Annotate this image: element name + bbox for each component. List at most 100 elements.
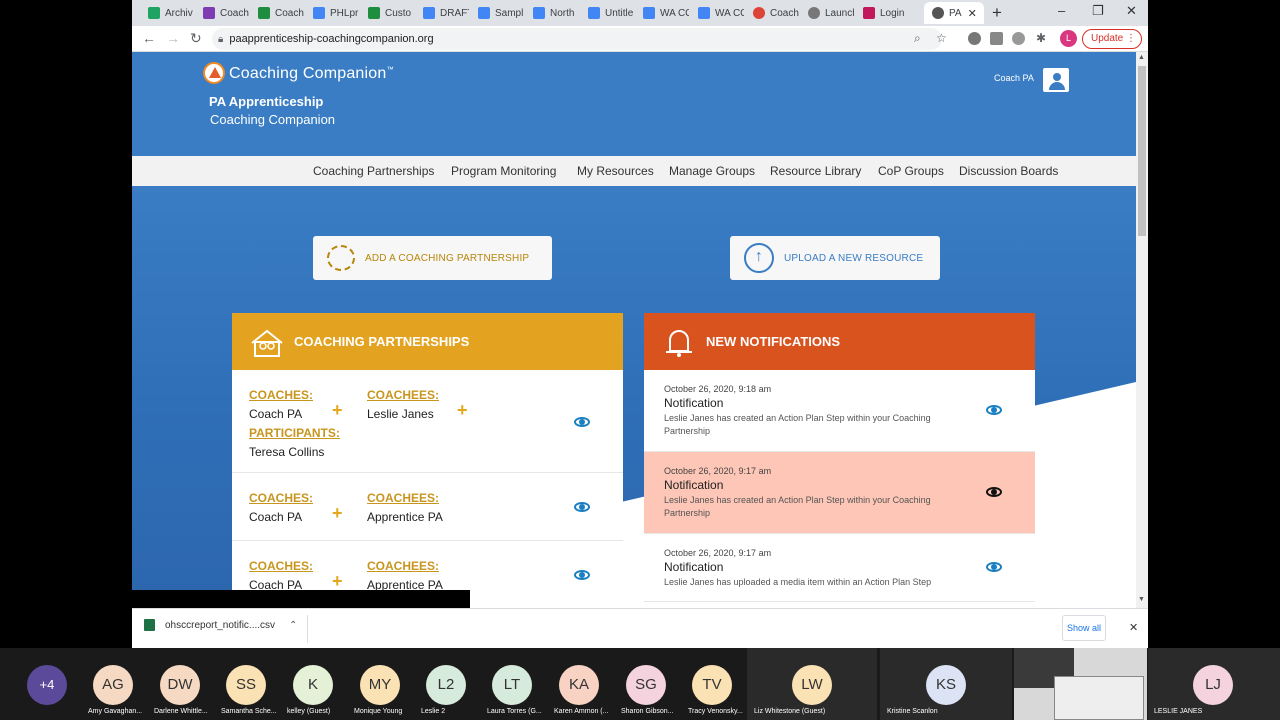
show-all-button[interactable]: Show all bbox=[1062, 615, 1106, 641]
nav-manage-groups[interactable]: Manage Groups bbox=[669, 164, 755, 178]
browser-tab[interactable]: Archiv bbox=[140, 2, 194, 24]
update-button[interactable]: Update ⋮ bbox=[1082, 29, 1142, 49]
participant-tile[interactable]: KA Karen Ammon (... bbox=[554, 648, 614, 720]
browser-tab[interactable]: Custo bbox=[360, 2, 414, 24]
scroll-up-icon[interactable]: ▲ bbox=[1138, 54, 1145, 61]
people-house-icon bbox=[250, 325, 284, 359]
nav-cop-groups[interactable]: CoP Groups bbox=[878, 164, 944, 178]
scrollbar-thumb[interactable] bbox=[1138, 66, 1146, 236]
participant-tile[interactable]: KS Kristine Scanlon bbox=[880, 648, 1012, 720]
extension-icon[interactable] bbox=[968, 32, 981, 45]
logo-icon[interactable] bbox=[203, 62, 225, 84]
browser-tab[interactable]: North bbox=[525, 2, 579, 24]
view-eye-icon[interactable] bbox=[574, 570, 590, 580]
add-coaching-partnership-button[interactable]: ADD A COACHING PARTNERSHIP bbox=[313, 236, 552, 280]
add-coach-icon[interactable]: + bbox=[332, 503, 343, 524]
browser-tab[interactable]: Launch bbox=[800, 2, 854, 24]
nav-discussion-boards[interactable]: Discussion Boards bbox=[959, 164, 1058, 178]
participants-label[interactable]: PARTICIPANTS: bbox=[249, 426, 340, 440]
close-window-icon[interactable]: ✕ bbox=[1126, 3, 1137, 19]
participant-tile[interactable]: TV Tracy Venonsky... bbox=[687, 648, 747, 720]
browser-tab[interactable]: Sampl bbox=[470, 2, 524, 24]
upload-resource-button[interactable]: ↑ UPLOAD A NEW RESOURCE bbox=[730, 236, 940, 280]
scroll-down-icon[interactable]: ▼ bbox=[1138, 596, 1145, 603]
browser-tab[interactable]: Coach bbox=[745, 2, 799, 24]
browser-tab-active[interactable]: PA ✕ bbox=[924, 2, 984, 24]
participant-tile[interactable]: LW Liz Whitestone (Guest) bbox=[747, 648, 877, 720]
view-eye-icon[interactable] bbox=[986, 562, 1002, 572]
view-eye-icon[interactable] bbox=[986, 405, 1002, 415]
url-input[interactable]: 🔒︎ paapprenticeship-coachingcompanion.or… bbox=[212, 28, 942, 50]
participant-tile[interactable]: SG Sharon Gibson... bbox=[621, 648, 681, 720]
partnership-row[interactable]: COACHES: Coach PA + COACHEES: Apprentice… bbox=[232, 473, 623, 541]
extension-icon[interactable] bbox=[1012, 32, 1025, 45]
upload-resource-label: UPLOAD A NEW RESOURCE bbox=[784, 252, 924, 264]
notification-item[interactable]: October 26, 2020, 9:17 am Notification L… bbox=[644, 534, 1035, 602]
participant-name: Karen Ammon (... bbox=[554, 708, 609, 715]
notification-item[interactable]: October 26, 2020, 9:18 am Notification L… bbox=[644, 370, 1035, 452]
extension-icon[interactable] bbox=[990, 32, 1003, 45]
nav-coaching-partnerships[interactable]: Coaching Partnerships bbox=[313, 164, 434, 178]
minimize-icon[interactable]: – bbox=[1058, 3, 1065, 18]
participant-tile[interactable]: L2 Leslie 2 bbox=[421, 648, 481, 720]
coaches-label[interactable]: COACHES: bbox=[249, 559, 313, 573]
tab-label: Sampl bbox=[495, 7, 524, 19]
coachees-label[interactable]: COACHEES: bbox=[367, 491, 439, 505]
browser-tab[interactable]: Coach bbox=[250, 2, 304, 24]
browser-tab[interactable]: WA CC bbox=[690, 2, 744, 24]
reload-icon[interactable]: ↻ bbox=[190, 30, 202, 47]
tab-label: Launch bbox=[825, 7, 854, 19]
partnership-row[interactable]: COACHES: Coach PA + COACHEES: Leslie Jan… bbox=[232, 370, 623, 473]
spreadsheet-file-icon bbox=[144, 619, 155, 631]
nav-program-monitoring[interactable]: Program Monitoring bbox=[451, 164, 556, 178]
coaches-label[interactable]: COACHES: bbox=[249, 388, 313, 402]
back-icon[interactable]: ← bbox=[142, 30, 156, 46]
add-coach-icon[interactable]: + bbox=[332, 400, 343, 421]
browser-tab[interactable]: Untitle bbox=[580, 2, 634, 24]
browser-tab[interactable]: WA CC bbox=[635, 2, 689, 24]
view-eye-icon[interactable] bbox=[574, 502, 590, 512]
participant-tile[interactable]: AG Amy Gavaghan... bbox=[86, 648, 146, 720]
close-download-bar-icon[interactable]: ✕ bbox=[1129, 621, 1138, 634]
browser-tab[interactable]: DRAFT bbox=[415, 2, 469, 24]
chevron-up-icon[interactable]: ⌃ bbox=[289, 620, 297, 631]
download-item[interactable]: ohsccreport_notific....csv ⌃ bbox=[144, 619, 297, 631]
puzzle-icon[interactable]: ✱ bbox=[1036, 31, 1046, 45]
browser-tab[interactable]: Coach bbox=[195, 2, 249, 24]
nav-resource-library[interactable]: Resource Library bbox=[770, 164, 861, 178]
profile-avatar[interactable]: L bbox=[1060, 30, 1077, 47]
page-scrollbar[interactable]: ▲ ▼ bbox=[1136, 52, 1148, 608]
nav-my-resources[interactable]: My Resources bbox=[577, 164, 654, 178]
view-eye-icon[interactable] bbox=[574, 417, 590, 427]
restore-icon[interactable]: ❐ bbox=[1092, 3, 1104, 19]
view-eye-icon[interactable] bbox=[986, 487, 1002, 497]
bookmark-star-icon[interactable]: ☆ bbox=[936, 31, 947, 45]
participant-tile[interactable]: K kelley (Guest) bbox=[287, 648, 347, 720]
screen-share-overlay bbox=[132, 590, 470, 608]
notification-item-highlighted[interactable]: October 26, 2020, 9:17 am Notification L… bbox=[644, 452, 1035, 534]
participant-name: kelley (Guest) bbox=[287, 708, 331, 715]
close-tab-icon[interactable]: ✕ bbox=[968, 7, 977, 20]
participant-tile[interactable]: LT Laura Torres (G... bbox=[487, 648, 547, 720]
forward-icon[interactable]: → bbox=[166, 30, 180, 46]
user-name[interactable]: Coach PA bbox=[994, 73, 1034, 83]
participant-tile[interactable]: DW Darlene Whittle... bbox=[153, 648, 213, 720]
overflow-participants[interactable]: +4 bbox=[27, 648, 67, 720]
add-coachee-icon[interactable]: + bbox=[457, 400, 468, 421]
coachee-name: Apprentice PA bbox=[367, 510, 443, 524]
logo-text[interactable]: Coaching Companion™ bbox=[229, 65, 394, 83]
new-tab-icon[interactable]: + bbox=[992, 3, 1002, 23]
coaches-label[interactable]: COACHES: bbox=[249, 491, 313, 505]
user-avatar-icon[interactable] bbox=[1043, 68, 1069, 92]
participant-tile[interactable]: SS Samantha Sche... bbox=[220, 648, 280, 720]
coachees-label[interactable]: COACHEES: bbox=[367, 388, 439, 402]
zoom-icon[interactable]: ⌕ bbox=[914, 31, 921, 46]
add-coach-icon[interactable]: + bbox=[332, 571, 343, 592]
participant-tile[interactable]: MY Monique Young bbox=[354, 648, 414, 720]
browser-tab[interactable]: PHLpr bbox=[305, 2, 359, 24]
url-text: paapprenticeship-coachingcompanion.org bbox=[229, 33, 434, 45]
participant-camera-video[interactable] bbox=[1014, 648, 1147, 720]
browser-tab[interactable]: Login bbox=[855, 2, 909, 24]
coachees-label[interactable]: COACHEES: bbox=[367, 559, 439, 573]
participant-tile[interactable]: LJ LESLIE JANES bbox=[1148, 648, 1280, 720]
